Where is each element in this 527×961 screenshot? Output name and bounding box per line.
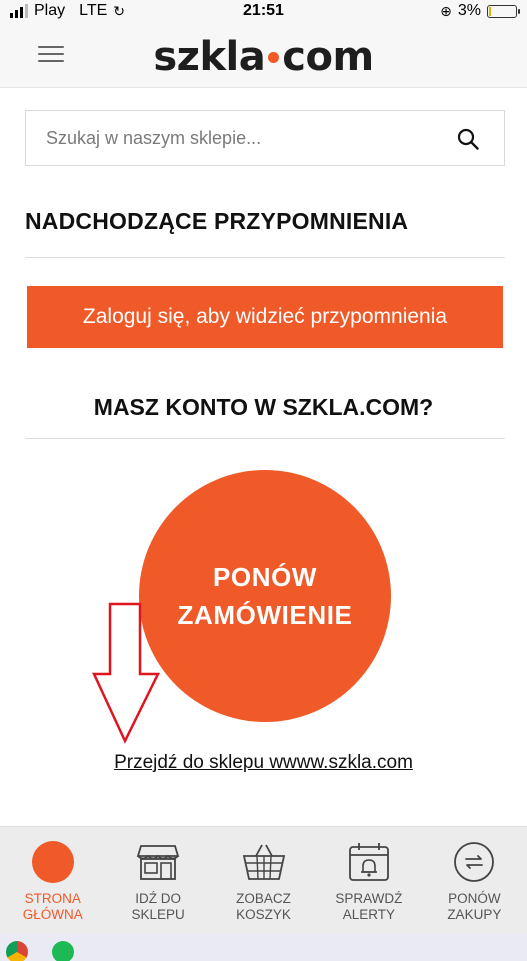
status-bar: Play LTE ↻ 21:51 ⊕ 3%	[0, 0, 527, 24]
spotify-icon[interactable]	[52, 941, 74, 961]
os-dock-strip	[0, 934, 527, 961]
app-header: szkla com	[0, 24, 527, 88]
calendar-bell-icon	[346, 839, 392, 885]
battery-icon	[487, 4, 520, 18]
basket-icon	[241, 839, 287, 885]
chrome-icon[interactable]	[6, 941, 28, 961]
search-box	[25, 110, 505, 166]
battery-fill	[489, 6, 491, 16]
nav-reorder-label: PONÓW ZAKUPY	[447, 891, 502, 922]
home-dot-icon	[30, 839, 76, 885]
nav-shop-label: IDŹ DO SKLEPU	[131, 891, 185, 922]
shop-icon	[135, 839, 181, 885]
reorder-line2: ZAMÓWIENIE	[177, 600, 353, 630]
nav-alerts-label: SPRAWDŹ ALERTY	[335, 891, 403, 922]
search-input[interactable]	[46, 111, 446, 165]
status-right: ⊕ 3%	[440, 2, 520, 20]
reminders-title: NADCHODZĄCE PRZYPOMNIENIA	[25, 208, 409, 234]
nav-alerts[interactable]: SPRAWDŹ ALERTY	[316, 827, 421, 934]
nav-basket-label: ZOBACZ KOSZYK	[236, 891, 291, 922]
logo-text-left: szkla	[153, 34, 266, 80]
search-icon[interactable]	[456, 127, 480, 151]
nav-reorder[interactable]: PONÓW ZAKUPY	[422, 827, 527, 934]
nav-basket[interactable]: ZOBACZ KOSZYK	[211, 827, 316, 934]
logo-text-right: com	[282, 34, 374, 80]
nav-home[interactable]: STRONA GŁÓWNA	[0, 827, 105, 934]
nav-home-label: STRONA GŁÓWNA	[22, 891, 83, 922]
bottom-nav: STRONA GŁÓWNA IDŹ DO SKLEPU ZOBACZ KOSZY…	[0, 826, 527, 934]
logo-dot	[268, 51, 280, 63]
divider	[25, 438, 505, 439]
logo[interactable]: szkla com	[0, 34, 527, 80]
reorder-button[interactable]: PONÓW ZAMÓWIENIE	[139, 470, 391, 722]
rotation-lock-icon: ⊕	[440, 2, 452, 19]
divider	[25, 257, 505, 258]
nav-shop[interactable]: IDŹ DO SKLEPU	[105, 827, 210, 934]
repeat-icon	[451, 839, 497, 885]
shop-link[interactable]: Przejdź do sklepu wwww.szkla.com	[0, 752, 527, 774]
account-title: MASZ KONTO W SZKLA.COM?	[93, 394, 434, 420]
battery-percent: 3%	[457, 2, 481, 19]
red-arrow-annotation	[92, 602, 160, 744]
reorder-line1: PONÓW	[212, 562, 318, 592]
login-button[interactable]: Zaloguj się, aby widzieć przypomnienia	[27, 286, 503, 348]
